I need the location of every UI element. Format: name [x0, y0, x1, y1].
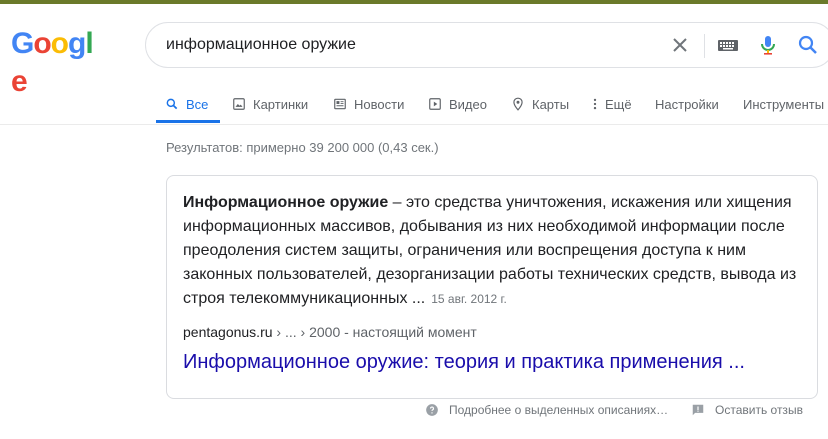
result-stats: Результатов: примерно 39 200 000 (0,43 с…	[166, 140, 439, 155]
tab-maps[interactable]: Карты	[511, 86, 569, 122]
mic-icon[interactable]	[756, 33, 780, 57]
tab-label: Инструменты	[743, 96, 825, 112]
tab-images[interactable]: Картинки	[232, 86, 308, 122]
header-divider	[0, 124, 828, 125]
tab-more[interactable]: Ещё	[592, 86, 632, 122]
image-icon	[233, 98, 245, 110]
feedback-label: Оставить отзыв	[715, 403, 803, 417]
tab-all[interactable]: Все	[165, 86, 208, 122]
result-title-link[interactable]: Информационное оружие: теория и практика…	[183, 351, 745, 374]
google-logo[interactable]: Google	[11, 25, 101, 98]
search-icon[interactable]	[796, 33, 820, 57]
tab-news[interactable]: Новости	[333, 86, 404, 122]
logo-letter: g	[68, 27, 86, 60]
feedback-icon	[692, 404, 704, 416]
tab-label: Видео	[449, 96, 487, 112]
news-icon	[334, 98, 346, 110]
snippet-date: 15 авг. 2012 г.	[431, 292, 507, 306]
tab-label: Новости	[354, 96, 405, 112]
tab-label: Настройки	[655, 96, 719, 112]
search-divider	[704, 34, 705, 58]
about-snippets-label: Подробнее о выделенных описаниях…	[449, 403, 669, 417]
search-icon	[166, 98, 178, 110]
about-snippets-link[interactable]: Подробнее о выделенных описаниях…	[425, 403, 668, 417]
result-path: › ... › 2000 - настоящий момент	[272, 324, 477, 340]
result-cite: pentagonus.ru › ... › 2000 - настоящий м…	[183, 324, 477, 340]
search-tabs: Все Картинки Новости Видео Карты Ещё Нас…	[0, 86, 828, 122]
clear-icon[interactable]	[668, 33, 692, 57]
tab-video[interactable]: Видео	[428, 86, 487, 122]
tab-label: Карты	[532, 96, 570, 112]
tab-settings[interactable]: Настройки	[655, 86, 719, 122]
tab-tools[interactable]: Инструменты	[743, 86, 824, 122]
logo-letter: l	[85, 27, 93, 60]
featured-snippet: Информационное оружие – это средства уни…	[166, 175, 818, 399]
search-box	[145, 22, 828, 68]
map-pin-icon	[513, 97, 523, 111]
tab-label: Все	[186, 96, 209, 112]
feedback-link[interactable]: Оставить отзыв	[691, 403, 803, 417]
search-input[interactable]	[166, 23, 646, 67]
tab-label: Ещё	[605, 96, 632, 112]
snippet-bold-term: Информационное оружие	[183, 194, 389, 211]
play-icon	[429, 98, 441, 110]
help-icon	[426, 404, 438, 416]
top-border	[0, 0, 828, 4]
logo-letter: G	[11, 27, 34, 60]
result-site: pentagonus.ru	[183, 324, 273, 340]
logo-letter: o	[33, 27, 51, 60]
snippet-text: Информационное оружие – это средства уни…	[183, 191, 807, 311]
more-vert-icon	[593, 98, 597, 110]
logo-letter: o	[50, 27, 69, 60]
active-tab-indicator	[156, 120, 220, 123]
keyboard-icon[interactable]	[716, 33, 740, 57]
tab-label: Картинки	[253, 96, 309, 112]
